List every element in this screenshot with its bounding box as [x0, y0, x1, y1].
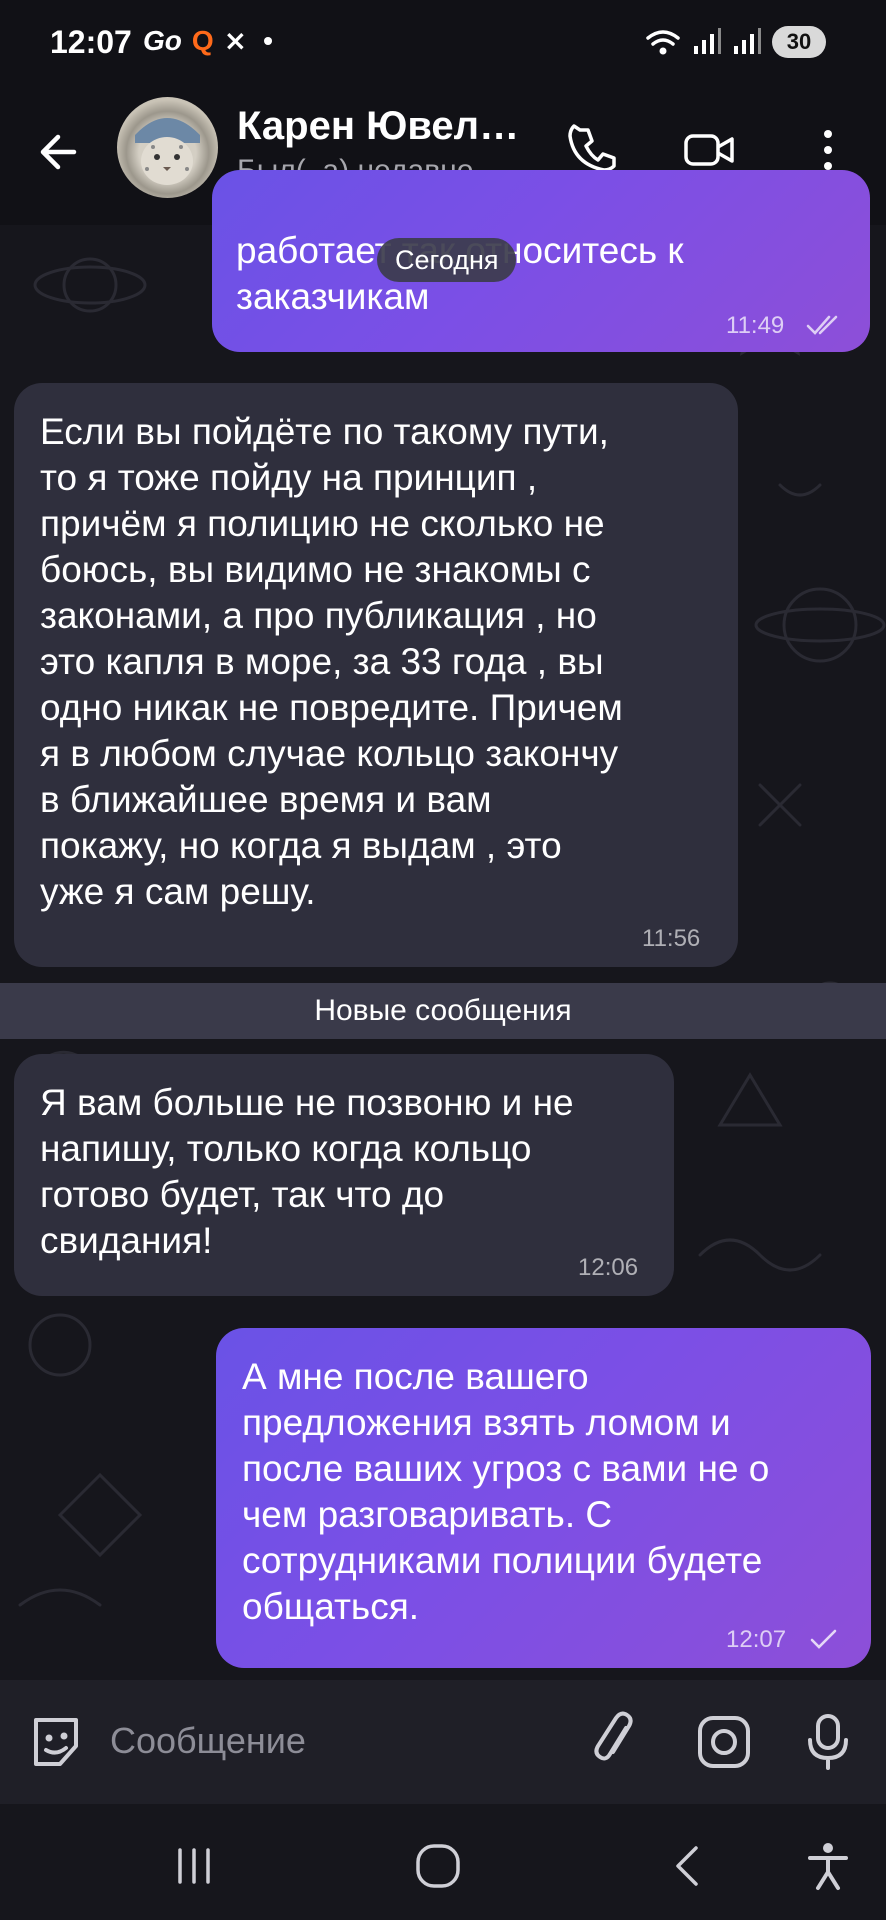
missed-call-icon: ⨯ — [223, 25, 248, 56]
clock: 12:07 — [50, 24, 132, 60]
recent-apps-icon[interactable] — [166, 1838, 222, 1894]
message-time: 11:49 — [726, 312, 785, 339]
message-text: А мне после вашего предложения взять лом… — [242, 1356, 770, 1627]
double-check-icon — [806, 315, 838, 335]
notification-app-icon: Go — [143, 25, 182, 56]
avatar[interactable] — [117, 97, 218, 198]
message-time: 11:56 — [642, 925, 701, 952]
message-input[interactable]: Сообщение — [110, 1720, 306, 1762]
message-text: Я вам больше не позвоню и не напишу, тол… — [40, 1082, 574, 1261]
wifi-icon — [646, 30, 680, 55]
paperclip-icon[interactable] — [584, 1710, 648, 1774]
status-bar: 12:07 Go Q ⨯ • 30 — [0, 0, 886, 90]
system-navigation-bar — [0, 1804, 886, 1920]
camera-icon[interactable] — [692, 1710, 756, 1774]
date-separator: Сегодня — [377, 238, 517, 282]
avatar-image — [135, 118, 200, 185]
signal-1-icon — [694, 28, 721, 54]
signal-2-icon — [734, 28, 761, 54]
arrow-left-icon[interactable] — [30, 122, 90, 182]
new-messages-divider: Новые сообщения — [0, 983, 886, 1039]
notification-q-icon: Q — [191, 25, 214, 56]
check-icon — [810, 1629, 837, 1649]
home-icon[interactable] — [410, 1838, 466, 1894]
message-bubble-outgoing[interactable]: работает так относитесь к заказчикам 11:… — [212, 170, 870, 352]
sticker-emoji-icon[interactable] — [24, 1710, 88, 1774]
battery-indicator: 30 — [772, 26, 826, 58]
back-nav-icon[interactable] — [660, 1838, 716, 1894]
more-notifications-dot: • — [263, 25, 273, 56]
notification-icons: Go Q ⨯ • — [143, 24, 273, 57]
message-composer: Сообщение — [0, 1680, 886, 1804]
microphone-icon[interactable] — [796, 1710, 860, 1774]
message-bubble-incoming[interactable]: Если вы пойдёте по такому пути, то я тож… — [14, 383, 738, 967]
contact-name[interactable]: Карен Ювел… — [237, 104, 519, 149]
message-bubble-incoming[interactable]: Я вам больше не позвоню и не напишу, тол… — [14, 1054, 674, 1296]
message-time: 12:06 — [578, 1254, 639, 1281]
message-bubble-outgoing[interactable]: А мне после вашего предложения взять лом… — [216, 1328, 871, 1668]
system-icons: 30 — [644, 26, 826, 58]
chat-screen: 12:07 Go Q ⨯ • 30 Карен Ювел… работает о… — [0, 0, 886, 1920]
message-time: 12:07 — [726, 1626, 787, 1653]
message-text: Если вы пойдёте по такому пути, то я тож… — [40, 411, 623, 912]
accessibility-icon[interactable] — [800, 1838, 856, 1894]
